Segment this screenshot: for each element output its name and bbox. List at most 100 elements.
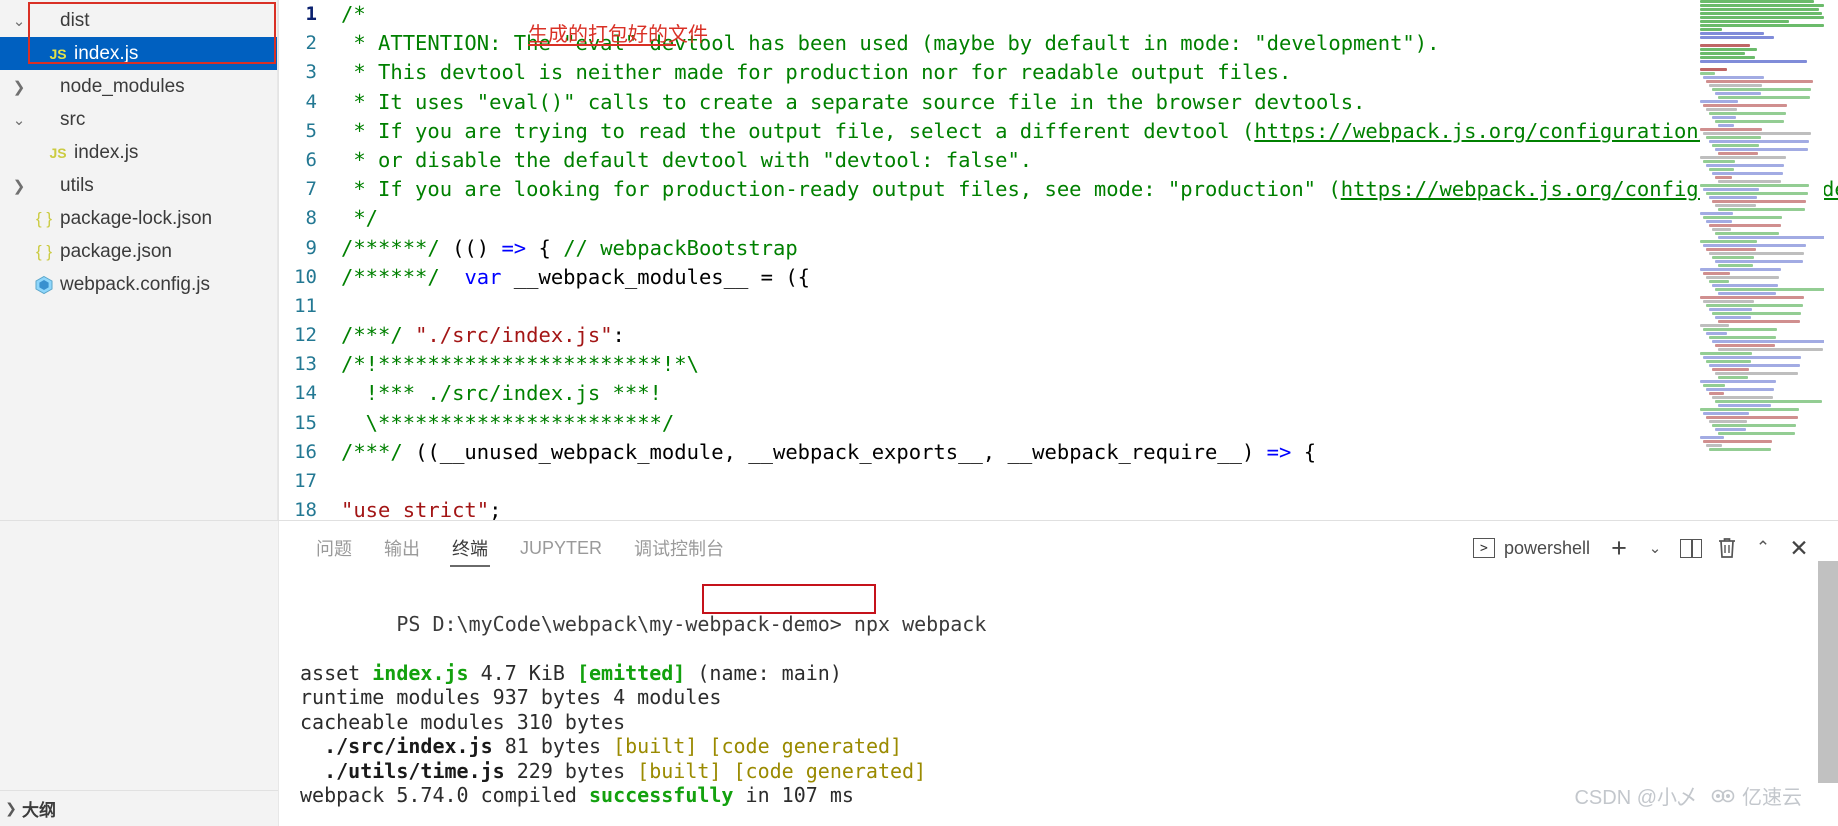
code-text: /******/ var __webpack_modules__ = ({ bbox=[341, 263, 810, 292]
panel-tabs[interactable]: 问题 输出 终端 JUPYTER 调试控制台 bbox=[300, 521, 740, 575]
minimap-line bbox=[1709, 168, 1734, 171]
tree-item-label: dist bbox=[60, 9, 90, 31]
close-panel-button[interactable]: ✕ bbox=[1782, 531, 1816, 565]
terminal-line: ./utils/time.js 229 bytes [built] [code … bbox=[300, 759, 1838, 784]
terminal-profile-dropdown[interactable]: ⌄ bbox=[1638, 531, 1672, 565]
code-token: { bbox=[526, 235, 564, 260]
tree-item-package-json[interactable]: { } package.json bbox=[0, 235, 277, 268]
chevron-down-icon[interactable]: ⌄ bbox=[8, 111, 30, 129]
tree-item-webpack-config-js[interactable]: webpack.config.js bbox=[0, 268, 277, 301]
minimap-line bbox=[1700, 8, 1820, 11]
minimap-line bbox=[1712, 200, 1807, 203]
code-token: * If you are trying to read the output f… bbox=[341, 118, 1255, 143]
editor-vertical-scrollbar[interactable] bbox=[1824, 0, 1838, 520]
file-tree[interactable]: ⌄ dist JS index.js ❯ node_modules ⌄ src JS index.… bbox=[0, 4, 277, 301]
terminal-token: 4.7 KiB bbox=[468, 660, 577, 685]
line-number: 12 bbox=[294, 324, 317, 347]
minimap-line bbox=[1709, 140, 1810, 143]
code-token: __webpack_modules__ = ({ bbox=[501, 264, 811, 289]
terminal-scrollbar-thumb[interactable] bbox=[1818, 561, 1838, 783]
kill-terminal-button[interactable] bbox=[1710, 531, 1744, 565]
code-editor[interactable]: 1 /* 2 * ATTENTION: The "eval" devtool has… bbox=[278, 0, 1838, 520]
line-number: 15 bbox=[294, 411, 317, 434]
code-token: * ATTENTION: The "eval" devtool has been… bbox=[341, 31, 1440, 56]
panel-left-background bbox=[0, 521, 278, 826]
terminal-token: ./src/index.js bbox=[300, 734, 493, 758]
code-lines: 1 /* 2 * ATTENTION: The "eval" devtool has… bbox=[279, 0, 1838, 520]
tree-item-package-lock-json[interactable]: { } package-lock.json bbox=[0, 202, 277, 235]
chevron-down-icon[interactable]: ⌄ bbox=[8, 12, 30, 30]
tree-item-index-js[interactable]: JS index.js bbox=[0, 37, 277, 70]
minimap-line bbox=[1709, 252, 1805, 255]
code-token: => bbox=[501, 235, 527, 260]
code-token: => bbox=[1266, 439, 1292, 464]
minimap-line bbox=[1700, 52, 1745, 55]
chevron-right-icon[interactable]: ❯ bbox=[8, 177, 30, 195]
minimap-line bbox=[1715, 176, 1733, 179]
minimap-line bbox=[1706, 304, 1803, 307]
code-token: var bbox=[464, 264, 502, 289]
line-number: 6 bbox=[305, 148, 317, 171]
panel-tab-4[interactable]: 调试控制台 bbox=[618, 521, 740, 575]
split-terminal-button[interactable] bbox=[1674, 531, 1708, 565]
minimap-line bbox=[1712, 228, 1731, 231]
minimap-line bbox=[1703, 244, 1806, 247]
minimap-line bbox=[1712, 256, 1755, 259]
terminal-result-lines: asset index.js 4.7 KiB [emitted] (name: … bbox=[300, 661, 1838, 808]
outline-section-header[interactable]: ❯ 大纲 bbox=[0, 790, 278, 826]
tree-item-label: package-lock.json bbox=[60, 207, 213, 229]
minimap-line bbox=[1718, 124, 1735, 127]
panel-tab-0[interactable]: 问题 bbox=[300, 521, 368, 575]
annotation-underline bbox=[528, 44, 676, 46]
minimap-line bbox=[1709, 280, 1729, 283]
minimap-line bbox=[1706, 332, 1728, 335]
tree-item-src[interactable]: ⌄ src bbox=[0, 103, 277, 136]
terminal-line: runtime modules 937 bytes 4 modules bbox=[300, 685, 1838, 710]
code-line: 18 "use strict"; bbox=[279, 496, 1838, 520]
editor-scroll-region[interactable]: 1 /* 2 * ATTENTION: The "eval" devtool has… bbox=[279, 0, 1838, 520]
code-token: /*!***********************!*\ bbox=[341, 352, 699, 377]
editor-minimap[interactable] bbox=[1700, 0, 1824, 520]
split-icon bbox=[1680, 538, 1702, 558]
terminal-scrollbar[interactable] bbox=[1818, 521, 1838, 826]
maximize-panel-button[interactable]: ⌃ bbox=[1746, 531, 1780, 565]
code-text: /***/ ((__unused_webpack_module, __webpa… bbox=[341, 438, 1316, 467]
tree-item-index-js[interactable]: JS index.js bbox=[0, 136, 277, 169]
minimap-line bbox=[1712, 144, 1760, 147]
code-token: (() bbox=[452, 235, 502, 260]
minimap-line bbox=[1706, 220, 1733, 223]
minimap-line bbox=[1715, 428, 1746, 431]
minimap-line bbox=[1703, 132, 1811, 135]
code-line: 15 \***********************/ bbox=[279, 409, 1838, 438]
minimap-line bbox=[1700, 156, 1786, 159]
code-token: // webpackBootstrap bbox=[563, 235, 798, 260]
tree-item-dist[interactable]: ⌄ dist bbox=[0, 4, 277, 37]
panel-tab-1[interactable]: 输出 bbox=[368, 521, 436, 575]
minimap-line bbox=[1709, 336, 1776, 339]
terminal-token: 81 bytes bbox=[492, 734, 614, 758]
tree-item-utils[interactable]: ❯ utils bbox=[0, 169, 277, 202]
minimap-line bbox=[1700, 128, 1762, 131]
panel-tab-3[interactable]: JUPYTER bbox=[504, 521, 618, 575]
minimap-line bbox=[1700, 380, 1776, 383]
code-token: !*** ./src/index.js ***! bbox=[341, 381, 662, 406]
terminal-shell-selector[interactable]: > powershell bbox=[1472, 538, 1590, 559]
minimap-line bbox=[1709, 420, 1748, 423]
tree-item-node-modules[interactable]: ❯ node_modules bbox=[0, 70, 277, 103]
code-line: 7 * If you are looking for production-re… bbox=[279, 175, 1838, 204]
minimap-line bbox=[1700, 32, 1765, 35]
minimap-line bbox=[1718, 320, 1800, 323]
minimap-line bbox=[1706, 136, 1761, 139]
code-text: /******/ (() => { // webpackBootstrap bbox=[341, 234, 798, 263]
line-number: 2 bbox=[305, 32, 317, 55]
minimap-line bbox=[1715, 92, 1761, 95]
chevron-right-icon[interactable]: ❯ bbox=[8, 78, 30, 96]
minimap-line bbox=[1718, 404, 1772, 407]
code-line: 6 * or disable the default devtool with … bbox=[279, 146, 1838, 175]
panel-tab-2[interactable]: 终端 bbox=[436, 521, 504, 575]
code-text: * ATTENTION: The "eval" devtool has been… bbox=[341, 29, 1439, 58]
minimap-line bbox=[1703, 300, 1754, 303]
tree-item-label: package.json bbox=[60, 240, 172, 262]
new-terminal-button[interactable]: + bbox=[1602, 531, 1636, 565]
